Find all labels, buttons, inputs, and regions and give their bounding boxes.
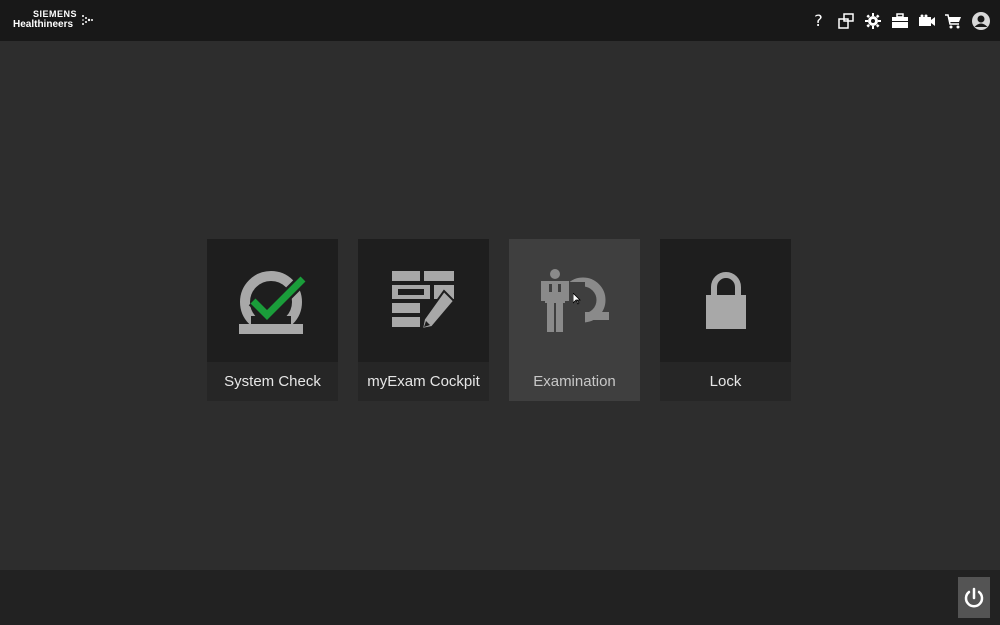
cart-icon[interactable]: [940, 0, 967, 41]
tile-lock[interactable]: Lock: [660, 239, 791, 401]
tile-label: myExam Cockpit: [358, 362, 489, 401]
logo-dots-icon: [82, 15, 93, 25]
help-icon[interactable]: ?: [805, 0, 832, 41]
mouse-cursor-icon: [573, 293, 581, 305]
top-bar: SIEMENS Healthineers ?: [0, 0, 1000, 41]
power-button[interactable]: [958, 577, 990, 618]
help-glyph: ?: [814, 11, 823, 30]
logo-line2: Healthineers: [13, 19, 74, 30]
tile-system-check[interactable]: System Check: [207, 239, 338, 401]
tile-label: Examination: [509, 362, 640, 401]
examination-icon: [509, 239, 640, 362]
logo-line1: SIEMENS: [33, 9, 78, 19]
tile-myexam-cockpit[interactable]: myExam Cockpit: [358, 239, 489, 401]
gear-icon[interactable]: [859, 0, 886, 41]
tile-label: System Check: [207, 362, 338, 401]
bottom-bar: [0, 570, 1000, 625]
lock-icon: [660, 239, 791, 362]
system-check-icon: [207, 239, 338, 362]
tile-examination[interactable]: Examination: [509, 239, 640, 401]
siemens-healthineers-logo: SIEMENS Healthineers: [13, 9, 103, 33]
app-tiles: System Check myExam Cockpit Examination …: [207, 239, 791, 401]
user-icon[interactable]: [967, 0, 994, 41]
briefcase-icon[interactable]: [886, 0, 913, 41]
tile-label: Lock: [660, 362, 791, 401]
exam-cockpit-icon: [358, 239, 489, 362]
camera-icon[interactable]: [913, 0, 940, 41]
power-icon: [964, 587, 984, 607]
screens-icon[interactable]: [832, 0, 859, 41]
